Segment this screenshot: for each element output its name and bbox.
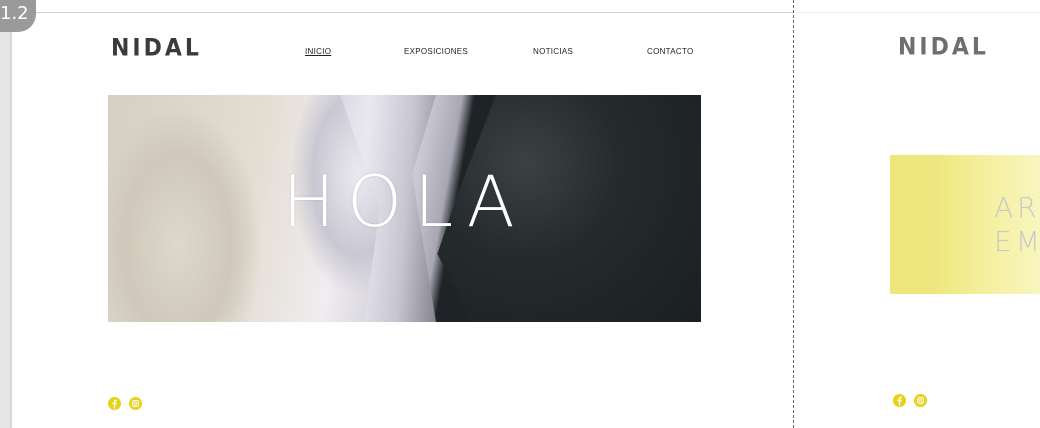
hero-title: HOLA [282,161,527,243]
page-number-badge: 1.2 [0,0,36,32]
nav-item-exposiciones[interactable]: EXPOSICIONES [404,47,468,56]
site-logo[interactable]: NIDAL [111,35,202,63]
nav-item-inicio[interactable]: INICIO [305,47,331,56]
facebook-icon[interactable] [893,394,906,407]
page-shadow [10,12,12,428]
promo-line-2: EM [994,225,1040,258]
nav-item-noticias[interactable]: NOTICIAS [533,47,573,56]
page-divider [793,0,794,428]
second-page-top-border [798,12,1040,13]
hero-banner: HOLA [108,95,701,322]
nav-link-inicio[interactable]: INICIO [305,47,331,56]
promo-banner: ART EM [890,155,1040,294]
promo-line-1: ART [994,191,1040,224]
second-page-logo[interactable]: NIDAL [898,34,989,62]
design-board: 1.2 NIDAL INICIO EXPOSICIONES NOTICIAS C… [0,0,1040,428]
page-top-border [10,12,793,13]
nav-item-contacto[interactable]: CONTACTO [647,47,694,56]
instagram-icon[interactable] [129,397,142,410]
facebook-icon[interactable] [108,397,121,410]
left-margin-strip [0,0,10,428]
instagram-icon[interactable] [914,394,927,407]
